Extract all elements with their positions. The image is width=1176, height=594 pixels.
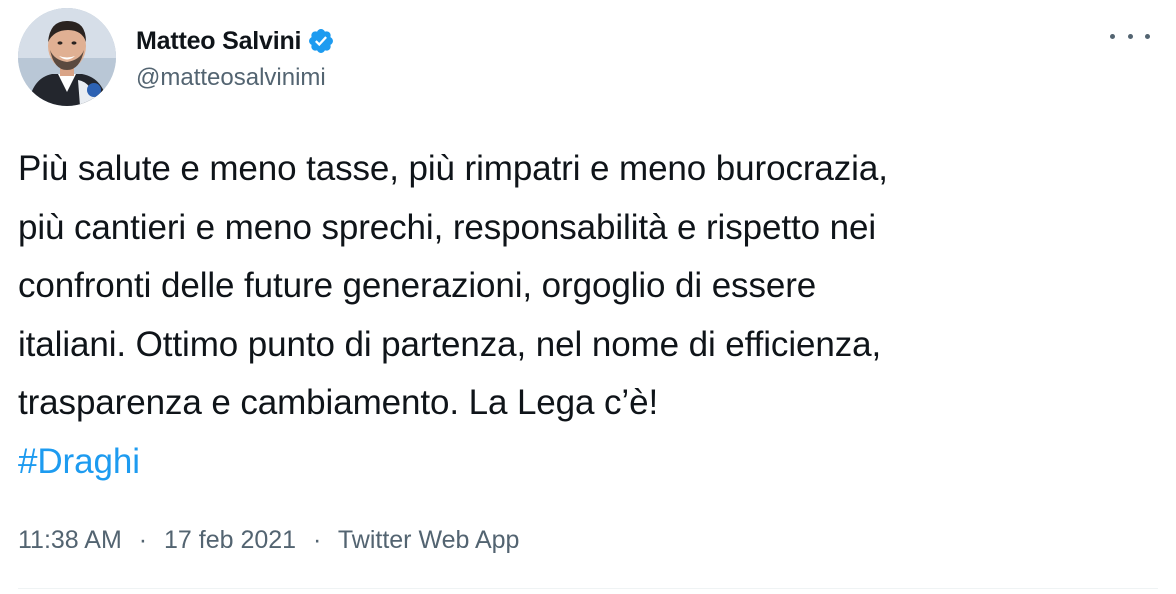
avatar-image bbox=[18, 8, 116, 106]
hashtag-line: #Draghi bbox=[18, 433, 1148, 492]
more-horizontal-icon bbox=[1145, 33, 1150, 39]
more-horizontal-icon bbox=[1110, 33, 1115, 39]
tweet-metadata: 11:38 AM · 17 feb 2021 · Twitter Web App bbox=[18, 526, 519, 555]
tweet-text-line: confronti delle future generazioni, orgo… bbox=[18, 266, 817, 305]
tweet-text: Più salute e meno tasse, più rimpatri e … bbox=[18, 140, 1148, 491]
tweet-header: Matteo Salvini @matteosalvinimi bbox=[18, 8, 1158, 108]
verified-badge-icon bbox=[307, 27, 335, 55]
tweet-text-line: italiani. Ottimo punto di partenza, nel … bbox=[18, 324, 882, 364]
name-row: Matteo Salvini bbox=[136, 24, 335, 58]
tweet-text-line: trasparenza e cambiamento. La Lega c’è! bbox=[18, 383, 659, 422]
more-options-button[interactable] bbox=[1110, 24, 1150, 48]
more-horizontal-icon bbox=[1127, 33, 1133, 39]
display-name[interactable]: Matteo Salvini bbox=[136, 27, 301, 56]
avatar[interactable] bbox=[18, 8, 116, 106]
tweet-card: Matteo Salvini @matteosalvinimi Più salu… bbox=[0, 0, 1176, 594]
tweet-source[interactable]: Twitter Web App bbox=[338, 526, 520, 554]
tweet-time[interactable]: 11:38 AM bbox=[18, 526, 122, 554]
divider bbox=[18, 588, 1158, 589]
tweet-date[interactable]: 17 feb 2021 bbox=[164, 526, 296, 554]
meta-separator: · bbox=[313, 526, 322, 554]
tweet-text-line: Più salute e meno tasse, più rimpatri e … bbox=[18, 149, 888, 188]
tweet-text-line: più cantieri e meno sprechi, responsabil… bbox=[18, 207, 877, 247]
hashtag-link[interactable]: #Draghi bbox=[18, 433, 140, 492]
meta-separator: · bbox=[138, 526, 148, 554]
user-handle[interactable]: @matteosalvinimi bbox=[136, 64, 335, 92]
author-names: Matteo Salvini @matteosalvinimi bbox=[136, 24, 335, 92]
